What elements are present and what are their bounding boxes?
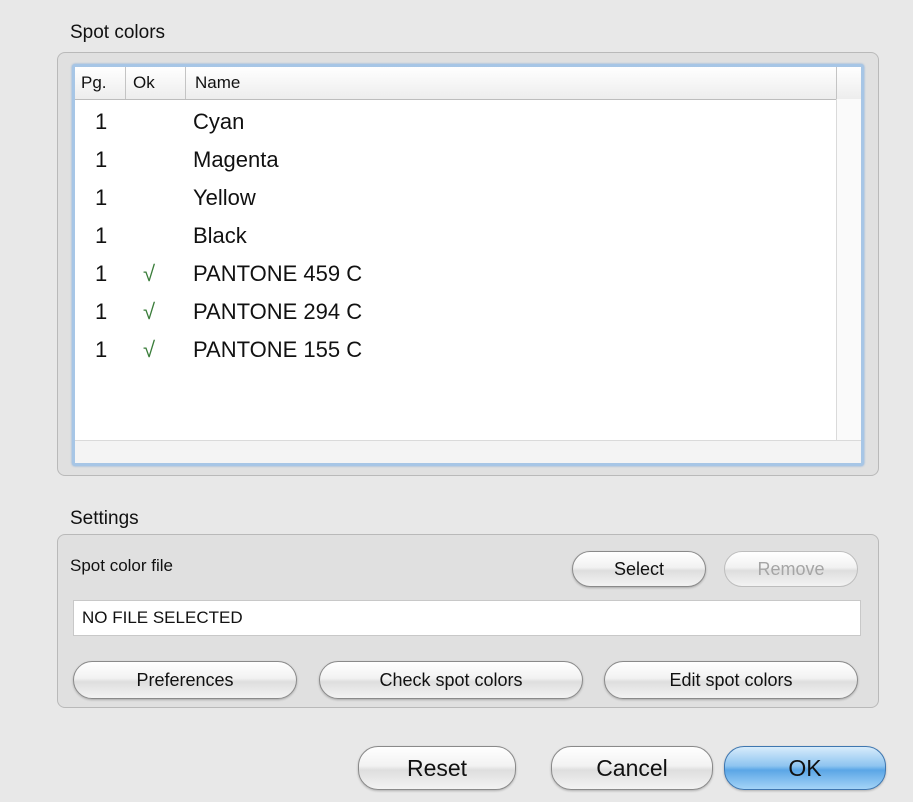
- ok-button[interactable]: OK: [724, 746, 886, 790]
- spot-colors-table[interactable]: Pg. Ok Name 1 Cyan 1 Magenta 1 Yellow 1 Black 1 √…: [72, 64, 864, 466]
- table-row[interactable]: 1 Cyan: [75, 103, 837, 141]
- row-page-cell: 1: [95, 109, 108, 134]
- table-row[interactable]: 1 Magenta: [75, 141, 837, 179]
- preferences-button[interactable]: Preferences: [73, 661, 297, 699]
- select-button[interactable]: Select: [572, 551, 706, 587]
- column-header-ok[interactable]: Ok: [133, 67, 155, 99]
- vertical-scrollbar[interactable]: [836, 99, 861, 463]
- cancel-button[interactable]: Cancel: [551, 746, 713, 790]
- check-spot-colors-button[interactable]: Check spot colors: [319, 661, 583, 699]
- row-name-cell: PANTONE 459 C: [193, 261, 363, 286]
- row-name-cell: PANTONE 155 C: [193, 337, 363, 362]
- column-header-name[interactable]: Name: [195, 67, 240, 99]
- row-ok-check-icon: √: [143, 261, 156, 286]
- column-separator: [125, 67, 126, 99]
- row-page-cell: 1: [95, 147, 108, 172]
- row-page-cell: 1: [95, 185, 108, 210]
- table-row[interactable]: 1 Yellow: [75, 179, 837, 217]
- spot-color-file-label: Spot color file: [70, 556, 173, 575]
- edit-spot-colors-button[interactable]: Edit spot colors: [604, 661, 858, 699]
- column-separator: [836, 67, 837, 99]
- remove-button[interactable]: Remove: [724, 551, 858, 587]
- row-name-cell: PANTONE 294 C: [193, 299, 363, 324]
- row-ok-check-icon: √: [143, 337, 156, 362]
- row-name-cell: Black: [193, 223, 247, 248]
- row-name-cell: Yellow: [193, 185, 256, 210]
- row-name-cell: Magenta: [193, 147, 279, 172]
- table-row[interactable]: 1 √ PANTONE 294 C: [75, 293, 837, 331]
- column-separator: [185, 67, 186, 99]
- table-header: Pg. Ok Name: [75, 67, 861, 100]
- row-ok-check-icon: √: [143, 299, 156, 324]
- row-page-cell: 1: [95, 337, 108, 362]
- reset-button[interactable]: Reset: [358, 746, 516, 790]
- table-row[interactable]: 1 √ PANTONE 155 C: [75, 331, 837, 369]
- settings-title: Settings: [70, 508, 139, 529]
- table-row[interactable]: 1 √ PANTONE 459 C: [75, 255, 837, 293]
- row-page-cell: 1: [95, 261, 108, 286]
- table-row[interactable]: 1 Black: [75, 217, 837, 255]
- row-page-cell: 1: [95, 223, 108, 248]
- row-name-cell: Cyan: [193, 109, 245, 134]
- horizontal-scrollbar[interactable]: [75, 440, 861, 463]
- column-header-pg[interactable]: Pg.: [81, 67, 107, 99]
- table-body: 1 Cyan 1 Magenta 1 Yellow 1 Black 1 √ PANTONE 459 …: [75, 103, 837, 369]
- spot-color-file-field[interactable]: NO FILE SELECTED: [73, 600, 861, 636]
- spot-colors-title: Spot colors: [70, 22, 166, 43]
- row-page-cell: 1: [95, 299, 108, 324]
